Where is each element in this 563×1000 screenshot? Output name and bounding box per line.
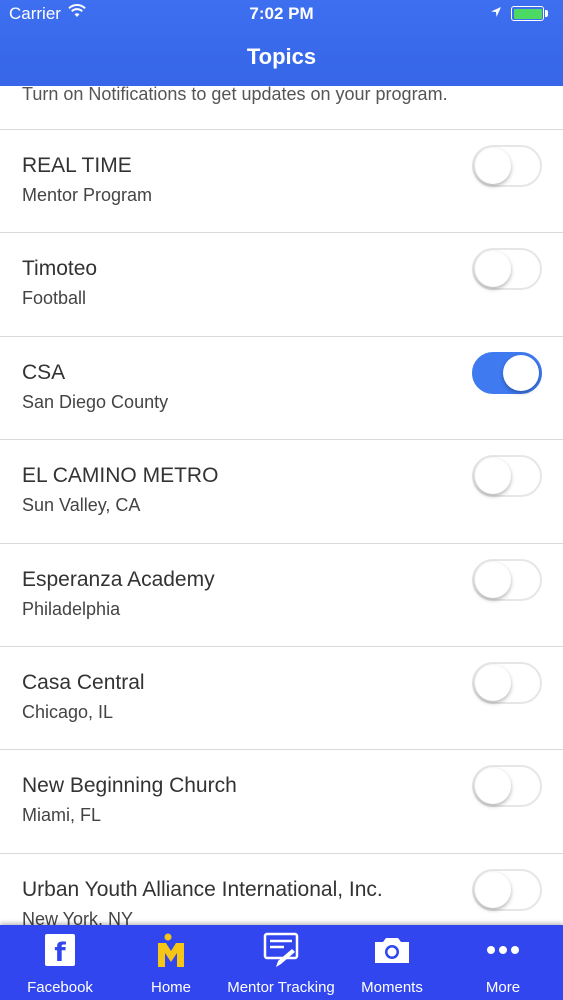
topic-row: CSA San Diego County	[0, 337, 563, 441]
toggle-knob	[503, 354, 539, 391]
topic-name: REAL TIME	[22, 154, 132, 177]
notification-toggle[interactable]	[472, 455, 542, 498]
location-arrow-icon	[491, 7, 501, 17]
topic-name: Esperanza Academy	[22, 567, 215, 591]
topic-row: New Beginning Church Miami, FL	[0, 750, 563, 854]
tab-home[interactable]: Home	[116, 925, 226, 1000]
home-logo-icon	[158, 933, 184, 967]
topic-location: Chicago, IL	[22, 701, 114, 722]
toggle-knob	[475, 664, 511, 701]
tab-more[interactable]: More	[448, 925, 558, 1000]
topic-location: San Diego County	[22, 391, 169, 412]
toggle-knob	[475, 561, 511, 598]
notification-toggle[interactable]	[472, 765, 542, 808]
topic-row: REAL TIME Mentor Program	[0, 130, 563, 234]
toggle-knob	[475, 768, 511, 805]
topic-location: Football	[22, 288, 87, 309]
topic-name: New Beginning Church	[22, 774, 237, 798]
topic-name: CSA	[22, 360, 66, 384]
tab-mentor-tracking[interactable]: Mentor Tracking	[226, 925, 336, 1000]
facebook-icon: f	[45, 934, 75, 968]
topic-row: Timoteo Football	[0, 233, 563, 337]
notification-toggle[interactable]	[472, 145, 542, 187]
topic-location: Miami, FL	[22, 805, 102, 826]
tab-moments[interactable]: Moments	[337, 925, 447, 1000]
camera-icon	[375, 938, 409, 963]
topic-row: Esperanza Academy Philadelphia	[0, 544, 563, 647]
toggle-knob	[475, 458, 511, 495]
status-time: 7:02 PM	[249, 4, 314, 23]
topic-name: Timoteo	[22, 257, 98, 281]
topic-name: Urban Youth Alliance International, Inc.	[22, 877, 383, 901]
topic-row: EL CAMINO METRO Sun Valley, CA	[0, 440, 563, 544]
notification-toggle[interactable]	[472, 248, 542, 291]
topic-name: Casa Central	[22, 670, 145, 694]
tab-label: Facebook	[27, 979, 93, 996]
battery-tip	[545, 10, 548, 17]
toggle-knob	[475, 148, 511, 184]
topic-list: REAL TIME Mentor Program Timoteo Footbal…	[0, 130, 563, 958]
mentor-tracking-icon	[263, 932, 299, 967]
notification-toggle[interactable]	[472, 558, 542, 601]
topic-location: Mentor Program	[22, 185, 153, 205]
tab-label: Moments	[361, 979, 423, 996]
tab-facebook[interactable]: f Facebook	[5, 925, 115, 1000]
notification-toggle[interactable]	[472, 351, 542, 394]
tab-label: Mentor Tracking	[227, 979, 335, 996]
tab-label: More	[485, 979, 521, 996]
page-title: Topics	[246, 44, 317, 69]
notification-toggle[interactable]	[472, 661, 542, 704]
topic-name: EL CAMINO METRO	[22, 464, 219, 488]
topic-row: Casa Central Chicago, IL	[0, 647, 563, 751]
toggle-knob	[475, 251, 511, 288]
tab-label: Home	[150, 979, 191, 996]
battery-level	[513, 8, 542, 19]
topic-location: Sun Valley, CA	[22, 495, 141, 516]
nav-header: Carrier 7:02 PM Topics	[0, 0, 563, 86]
tab-bar: f Facebook Home Mentor Tracking Moments	[0, 925, 563, 1000]
toggle-knob	[475, 871, 511, 908]
more-dots-icon	[487, 946, 519, 954]
status-bar: Carrier 7:02 PM	[0, 0, 563, 28]
topic-location: Philadelphia	[22, 598, 121, 619]
notification-toggle[interactable]	[472, 868, 542, 911]
battery-icon	[511, 6, 544, 21]
svg-text:f: f	[54, 938, 66, 968]
notifications-notice: Turn on Notifications to get updates on …	[22, 84, 448, 104]
